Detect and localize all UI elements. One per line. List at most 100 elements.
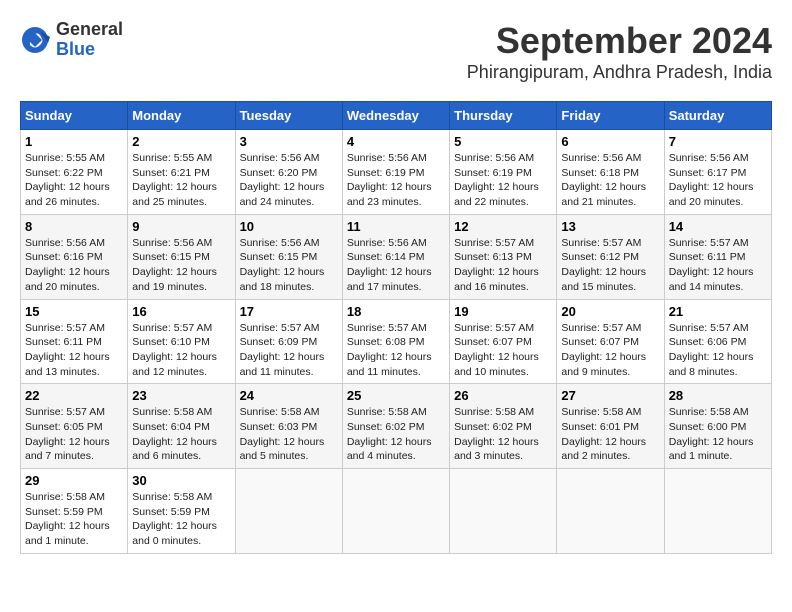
- calendar-cell: [450, 469, 557, 554]
- calendar-cell: 26 Sunrise: 5:58 AMSunset: 6:02 PMDayligh…: [450, 384, 557, 469]
- day-info: Sunrise: 5:56 AMSunset: 6:19 PMDaylight:…: [347, 151, 445, 210]
- day-number: 6: [561, 134, 659, 149]
- day-info: Sunrise: 5:58 AMSunset: 5:59 PMDaylight:…: [132, 490, 230, 549]
- day-info: Sunrise: 5:58 AMSunset: 6:02 PMDaylight:…: [454, 405, 552, 464]
- calendar-cell: 16 Sunrise: 5:57 AMSunset: 6:10 PMDayligh…: [128, 299, 235, 384]
- calendar-week-row: 8 Sunrise: 5:56 AMSunset: 6:16 PMDaylight…: [21, 214, 772, 299]
- calendar-week-row: 15Sunrise: 5:57 AMSunset: 6:11 PMDayligh…: [21, 299, 772, 384]
- logo-blue: Blue: [56, 40, 123, 60]
- calendar-cell: 22Sunrise: 5:57 AMSunset: 6:05 PMDayligh…: [21, 384, 128, 469]
- day-number: 13: [561, 219, 659, 234]
- weekday-header-row: SundayMondayTuesdayWednesdayThursdayFrid…: [21, 102, 772, 130]
- weekday-header-thursday: Thursday: [450, 102, 557, 130]
- day-number: 26: [454, 388, 552, 403]
- day-number: 11: [347, 219, 445, 234]
- day-number: 17: [240, 304, 338, 319]
- calendar-cell: [235, 469, 342, 554]
- day-info: Sunrise: 5:56 AMSunset: 6:14 PMDaylight:…: [347, 236, 445, 295]
- calendar-cell: 6 Sunrise: 5:56 AMSunset: 6:18 PMDaylight…: [557, 130, 664, 215]
- day-number: 25: [347, 388, 445, 403]
- day-number: 18: [347, 304, 445, 319]
- calendar-cell: 20 Sunrise: 5:57 AMSunset: 6:07 PMDayligh…: [557, 299, 664, 384]
- calendar-cell: 17 Sunrise: 5:57 AMSunset: 6:09 PMDayligh…: [235, 299, 342, 384]
- calendar-cell: 15Sunrise: 5:57 AMSunset: 6:11 PMDayligh…: [21, 299, 128, 384]
- day-info: Sunrise: 5:57 AMSunset: 6:08 PMDaylight:…: [347, 321, 445, 380]
- calendar-cell: 2Sunrise: 5:55 AMSunset: 6:21 PMDaylight…: [128, 130, 235, 215]
- day-info: Sunrise: 5:57 AMSunset: 6:12 PMDaylight:…: [561, 236, 659, 295]
- day-info: Sunrise: 5:58 AMSunset: 5:59 PMDaylight:…: [25, 490, 123, 549]
- day-number: 7: [669, 134, 767, 149]
- day-info: Sunrise: 5:57 AMSunset: 6:07 PMDaylight:…: [561, 321, 659, 380]
- day-info: Sunrise: 5:58 AMSunset: 6:04 PMDaylight:…: [132, 405, 230, 464]
- day-number: 15: [25, 304, 123, 319]
- calendar-cell: 11 Sunrise: 5:56 AMSunset: 6:14 PMDayligh…: [342, 214, 449, 299]
- day-info: Sunrise: 5:56 AMSunset: 6:20 PMDaylight:…: [240, 151, 338, 210]
- day-info: Sunrise: 5:57 AMSunset: 6:05 PMDaylight:…: [25, 405, 123, 464]
- day-number: 21: [669, 304, 767, 319]
- calendar-body: 1 Sunrise: 5:55 AMSunset: 6:22 PMDaylight…: [21, 130, 772, 554]
- day-info: Sunrise: 5:58 AMSunset: 6:03 PMDaylight:…: [240, 405, 338, 464]
- day-number: 2: [132, 134, 230, 149]
- calendar-week-row: 29Sunrise: 5:58 AMSunset: 5:59 PMDayligh…: [21, 469, 772, 554]
- calendar-cell: 13 Sunrise: 5:57 AMSunset: 6:12 PMDayligh…: [557, 214, 664, 299]
- calendar-cell: 19 Sunrise: 5:57 AMSunset: 6:07 PMDayligh…: [450, 299, 557, 384]
- month-title: September 2024: [467, 20, 772, 62]
- calendar-cell: 24Sunrise: 5:58 AMSunset: 6:03 PMDayligh…: [235, 384, 342, 469]
- calendar-cell: 23 Sunrise: 5:58 AMSunset: 6:04 PMDayligh…: [128, 384, 235, 469]
- day-number: 20: [561, 304, 659, 319]
- day-info: Sunrise: 5:56 AMSunset: 6:18 PMDaylight:…: [561, 151, 659, 210]
- calendar-cell: 25Sunrise: 5:58 AMSunset: 6:02 PMDayligh…: [342, 384, 449, 469]
- day-number: 30: [132, 473, 230, 488]
- calendar-cell: 9 Sunrise: 5:56 AMSunset: 6:15 PMDaylight…: [128, 214, 235, 299]
- day-info: Sunrise: 5:55 AMSunset: 6:22 PMDaylight:…: [25, 151, 123, 210]
- day-info: Sunrise: 5:56 AMSunset: 6:15 PMDaylight:…: [240, 236, 338, 295]
- calendar-week-row: 22Sunrise: 5:57 AMSunset: 6:05 PMDayligh…: [21, 384, 772, 469]
- calendar-table: SundayMondayTuesdayWednesdayThursdayFrid…: [20, 101, 772, 554]
- day-info: Sunrise: 5:57 AMSunset: 6:07 PMDaylight:…: [454, 321, 552, 380]
- day-number: 1: [25, 134, 123, 149]
- calendar-cell: 8 Sunrise: 5:56 AMSunset: 6:16 PMDaylight…: [21, 214, 128, 299]
- day-info: Sunrise: 5:57 AMSunset: 6:10 PMDaylight:…: [132, 321, 230, 380]
- day-info: Sunrise: 5:56 AMSunset: 6:19 PMDaylight:…: [454, 151, 552, 210]
- day-number: 27: [561, 388, 659, 403]
- title-section: September 2024 Phirangipuram, Andhra Pra…: [467, 20, 772, 83]
- day-number: 19: [454, 304, 552, 319]
- logo-icon: [20, 25, 50, 55]
- day-number: 23: [132, 388, 230, 403]
- day-number: 4: [347, 134, 445, 149]
- calendar-cell: 4 Sunrise: 5:56 AMSunset: 6:19 PMDaylight…: [342, 130, 449, 215]
- calendar-cell: 29Sunrise: 5:58 AMSunset: 5:59 PMDayligh…: [21, 469, 128, 554]
- calendar-cell: 21Sunrise: 5:57 AMSunset: 6:06 PMDayligh…: [664, 299, 771, 384]
- day-number: 12: [454, 219, 552, 234]
- calendar-cell: 14Sunrise: 5:57 AMSunset: 6:11 PMDayligh…: [664, 214, 771, 299]
- logo-general: General: [56, 20, 123, 40]
- weekday-header-saturday: Saturday: [664, 102, 771, 130]
- weekday-header-monday: Monday: [128, 102, 235, 130]
- weekday-header-friday: Friday: [557, 102, 664, 130]
- day-info: Sunrise: 5:58 AMSunset: 6:01 PMDaylight:…: [561, 405, 659, 464]
- day-info: Sunrise: 5:56 AMSunset: 6:15 PMDaylight:…: [132, 236, 230, 295]
- calendar-cell: 3Sunrise: 5:56 AMSunset: 6:20 PMDaylight…: [235, 130, 342, 215]
- day-number: 9: [132, 219, 230, 234]
- calendar-cell: 7 Sunrise: 5:56 AMSunset: 6:17 PMDaylight…: [664, 130, 771, 215]
- calendar-cell: 5 Sunrise: 5:56 AMSunset: 6:19 PMDaylight…: [450, 130, 557, 215]
- calendar-cell: [342, 469, 449, 554]
- weekday-header-sunday: Sunday: [21, 102, 128, 130]
- calendar-cell: 18 Sunrise: 5:57 AMSunset: 6:08 PMDayligh…: [342, 299, 449, 384]
- day-info: Sunrise: 5:56 AMSunset: 6:17 PMDaylight:…: [669, 151, 767, 210]
- day-number: 8: [25, 219, 123, 234]
- weekday-header-wednesday: Wednesday: [342, 102, 449, 130]
- day-number: 28: [669, 388, 767, 403]
- location-title: Phirangipuram, Andhra Pradesh, India: [467, 62, 772, 83]
- day-info: Sunrise: 5:57 AMSunset: 6:09 PMDaylight:…: [240, 321, 338, 380]
- day-number: 5: [454, 134, 552, 149]
- logo: General Blue: [20, 20, 123, 60]
- calendar-cell: 10 Sunrise: 5:56 AMSunset: 6:15 PMDayligh…: [235, 214, 342, 299]
- day-number: 10: [240, 219, 338, 234]
- calendar-cell: 27 Sunrise: 5:58 AMSunset: 6:01 PMDayligh…: [557, 384, 664, 469]
- day-info: Sunrise: 5:56 AMSunset: 6:16 PMDaylight:…: [25, 236, 123, 295]
- day-info: Sunrise: 5:58 AMSunset: 6:00 PMDaylight:…: [669, 405, 767, 464]
- calendar-cell: 12Sunrise: 5:57 AMSunset: 6:13 PMDayligh…: [450, 214, 557, 299]
- day-number: 16: [132, 304, 230, 319]
- day-info: Sunrise: 5:57 AMSunset: 6:11 PMDaylight:…: [669, 236, 767, 295]
